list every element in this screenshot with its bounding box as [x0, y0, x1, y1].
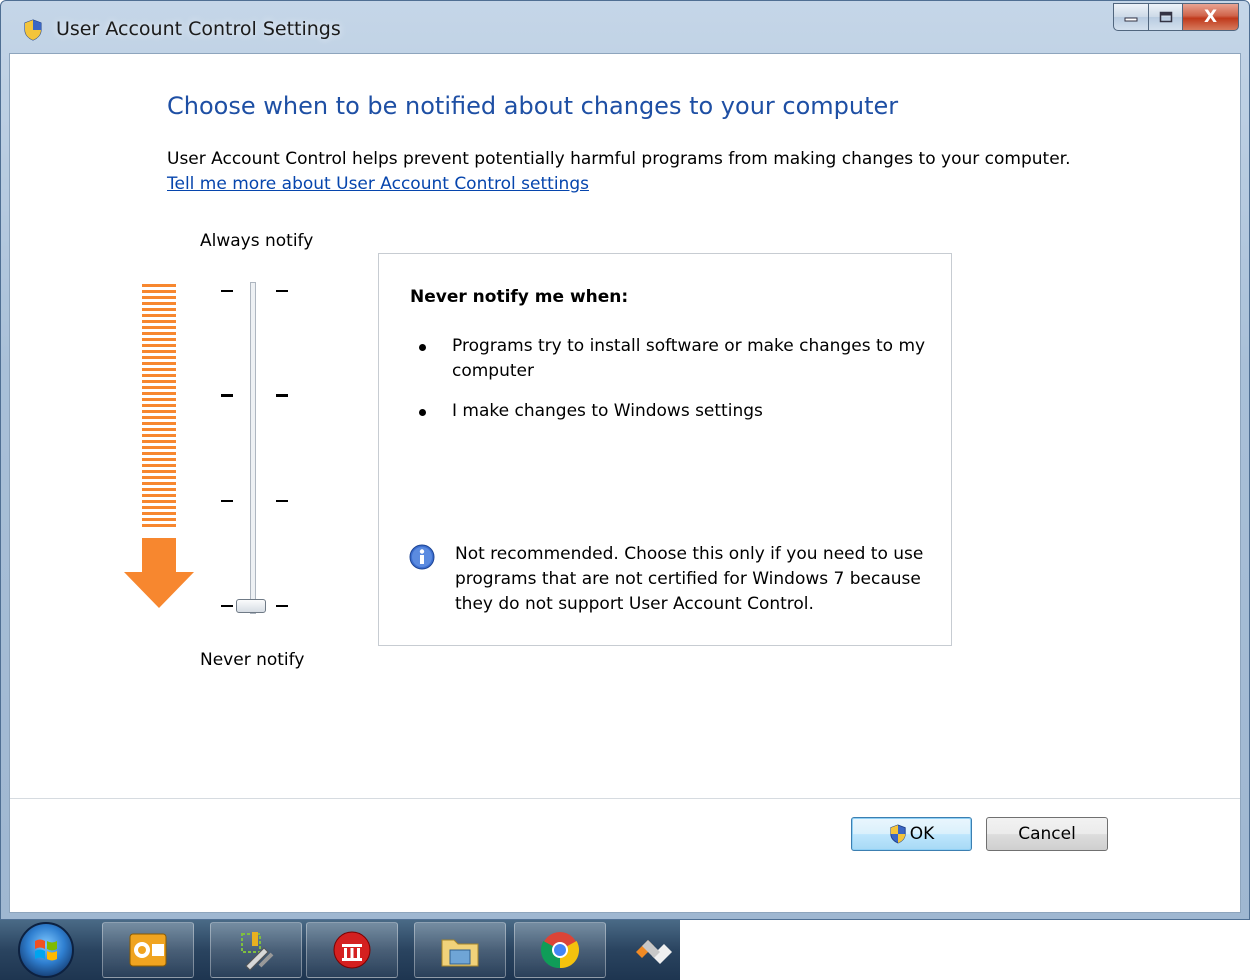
info-icon [409, 544, 435, 570]
taskbar-file-manager[interactable] [414, 922, 506, 978]
start-button[interactable] [18, 922, 74, 978]
file-manager-icon [441, 939, 479, 967]
taskbar-gap [680, 920, 1250, 980]
slider-tick [276, 394, 288, 397]
close-icon: X [1203, 7, 1218, 27]
remote-icon [333, 931, 371, 969]
page-title: Choose when to be notified about changes… [167, 92, 899, 120]
help-link[interactable]: Tell me more about User Account Control … [167, 174, 589, 194]
tools-icon [241, 932, 274, 971]
title-bar[interactable]: User Account Control Settings X [1, 1, 1249, 53]
taskbar-remote[interactable] [306, 922, 398, 978]
slider-tick [221, 500, 233, 502]
slider-tick [221, 290, 233, 292]
description-text: User Account Control helps prevent poten… [167, 149, 1071, 169]
bullet-list: Programs try to install software or make… [410, 334, 930, 439]
ok-button[interactable]: OK [851, 817, 972, 851]
taskbar-chrome[interactable] [514, 922, 606, 978]
taskbar-tools[interactable] [210, 922, 302, 978]
list-item: I make changes to Windows settings [410, 399, 930, 424]
slider-top-label: Always notify [200, 231, 314, 251]
cancel-button[interactable]: Cancel [986, 817, 1108, 851]
windows-logo-icon [35, 939, 57, 961]
warning-note: Not recommended. Choose this only if you… [455, 544, 924, 614]
panel-title: Never notify me when: [410, 287, 629, 307]
chrome-icon [540, 932, 580, 969]
slider-bottom-label: Never notify [200, 650, 305, 670]
app-icon [636, 940, 672, 964]
close-button[interactable]: X [1183, 3, 1239, 31]
outlook-icon [129, 933, 167, 967]
slider-tick [221, 394, 233, 397]
uac-shield-icon [890, 824, 906, 844]
ok-label: OK [909, 824, 935, 844]
dialog-content: Choose when to be notified about changes… [9, 53, 1241, 913]
slider-tick [276, 605, 288, 607]
uac-shield-icon [24, 19, 42, 41]
list-item: Programs try to install software or make… [410, 334, 930, 384]
orange-down-arrow-icon [124, 284, 194, 608]
notification-level-slider[interactable] [250, 282, 256, 614]
taskbar-outlook[interactable] [102, 922, 194, 978]
footer-divider [10, 798, 1240, 799]
maximize-icon [1159, 11, 1172, 23]
slider-tick [221, 605, 233, 607]
minimize-icon [1124, 17, 1138, 22]
slider-tick [276, 290, 288, 292]
slider-thumb[interactable] [236, 599, 266, 613]
uac-window: User Account Control Settings X Choose w… [0, 0, 1250, 920]
maximize-button[interactable] [1149, 3, 1183, 31]
window-controls: X [1113, 3, 1239, 31]
window-title: User Account Control Settings [56, 18, 341, 40]
taskbar-app[interactable] [628, 926, 678, 976]
minimize-button[interactable] [1113, 3, 1149, 31]
level-description-panel: Never notify me when: Programs try to in… [378, 253, 952, 646]
slider-tick [276, 500, 288, 502]
